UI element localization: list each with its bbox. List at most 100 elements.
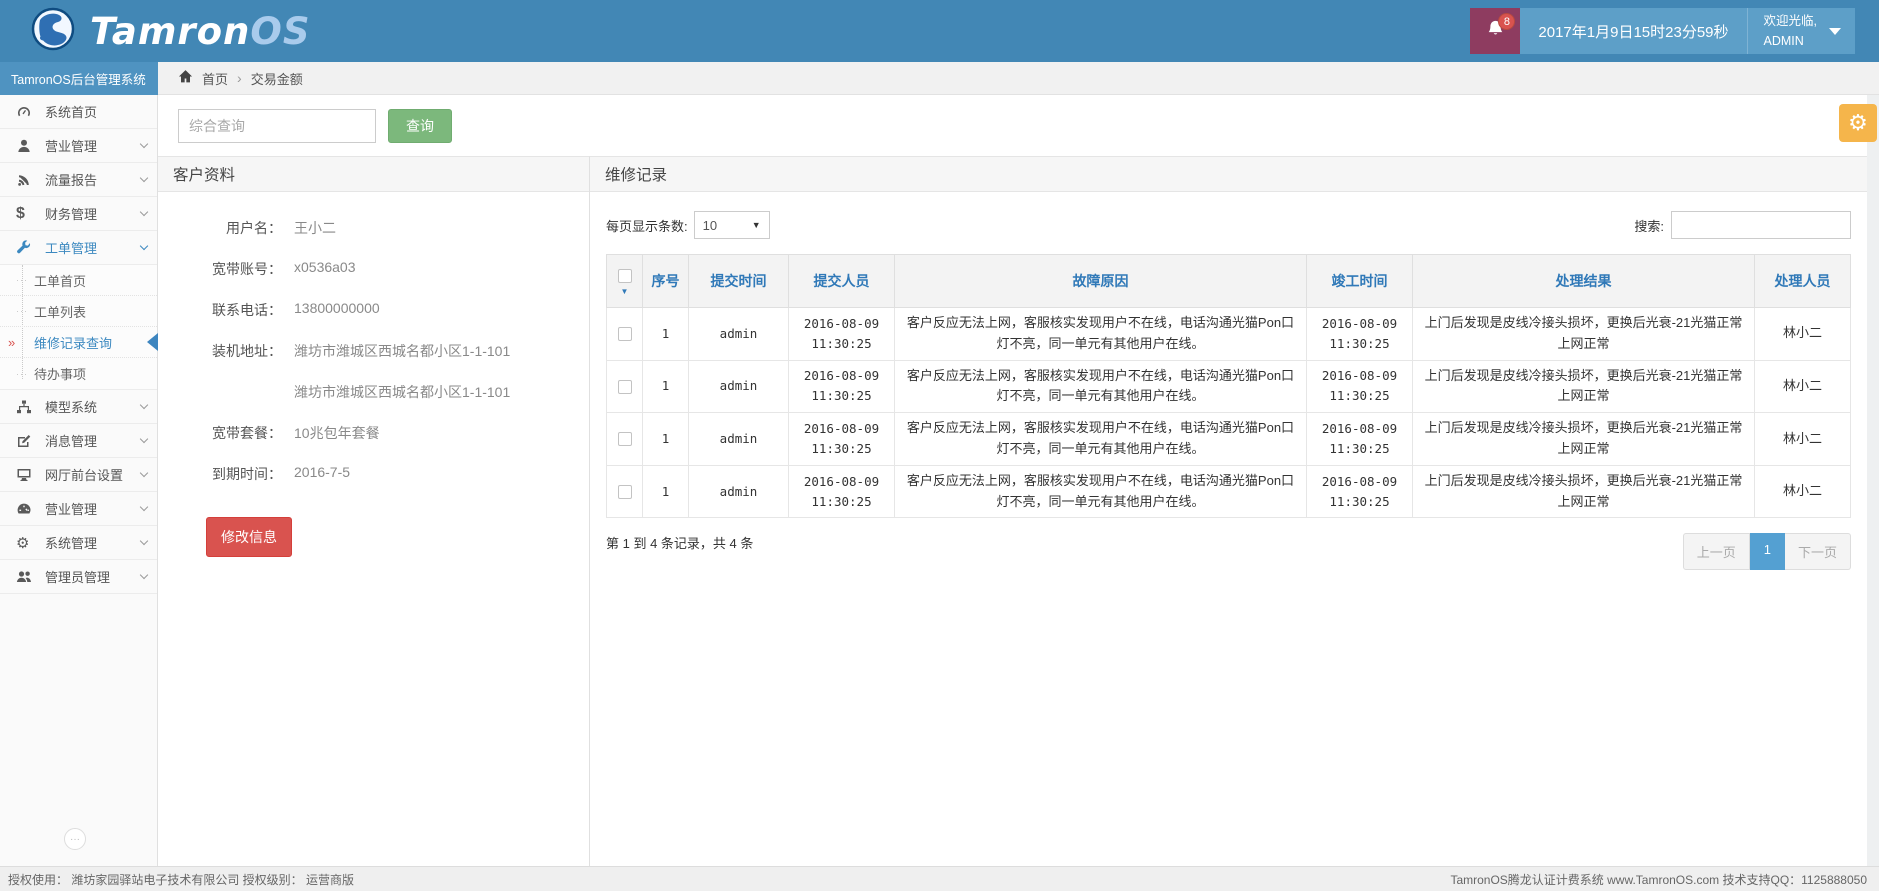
select-all-header[interactable]: ▼ — [607, 255, 643, 308]
table-row: 1 admin 2016-08-09 11:30:25 客户反应无法上网，客服核… — [607, 308, 1851, 361]
dotted-tick-icon: ··· — [16, 306, 34, 316]
table-search-input[interactable] — [1671, 211, 1851, 239]
sidebar-item-business-mgmt-2[interactable]: 营业管理 — [0, 492, 157, 526]
workorder-submenu: ··· 工单首页 ··· 工单列表 » 维修记录查询 ··· 待办事项 — [0, 265, 157, 390]
table-row: 1 admin 2016-08-09 11:30:25 客户反应无法上网，客服核… — [607, 360, 1851, 413]
customer-field-address: 装机地址： 潍坊市潍城区西城名都小区1-1-101 — [176, 341, 571, 361]
sidebar-item-model-system[interactable]: 模型系统 — [0, 390, 157, 424]
column-header-handler[interactable]: 处理人员 — [1755, 255, 1851, 308]
gauge-icon — [16, 104, 38, 120]
customer-field-account: 宽带账号： x0536a03 — [176, 259, 571, 279]
welcome-text: 欢迎光临, ADMIN — [1764, 11, 1817, 51]
records-panel-title: 维修记录 — [590, 157, 1867, 192]
user-menu[interactable]: 欢迎光临, ADMIN — [1747, 8, 1855, 54]
global-search-bar: 查询 — [158, 95, 1867, 156]
main-content: 查询 客户资料 用户名： 王小二 宽带账号： x0536a03 — [158, 95, 1867, 866]
sort-caret-icon: ▼ — [611, 287, 638, 296]
chevron-down-icon — [140, 435, 148, 443]
column-header-submit-time[interactable]: 提交时间 — [689, 255, 789, 308]
chevron-down-icon — [140, 174, 148, 182]
brand-logo: TamronOS — [0, 6, 311, 57]
breadcrumb: 首页 › 交易金额 — [158, 62, 1879, 95]
sidebar-nav: 系统首页 营业管理 流量报告 $ 财务管理 — [0, 95, 158, 866]
notifications-button[interactable]: 8 — [1470, 8, 1520, 54]
search-input[interactable] — [178, 109, 376, 143]
active-item-triangle — [147, 333, 158, 351]
rss-icon — [16, 172, 38, 188]
sidebar-subitem-workorder-home[interactable]: ··· 工单首页 — [0, 265, 157, 296]
select-all-checkbox[interactable] — [618, 269, 632, 283]
wrench-icon — [16, 240, 38, 256]
datetime-display: 2017年1月9日15时23分59秒 — [1520, 8, 1746, 54]
sitemap-icon — [16, 399, 38, 415]
edit-icon — [16, 433, 38, 449]
chevron-down-icon — [140, 208, 148, 216]
table-controls: 每页显示条数: 10 ▼ 搜索: — [606, 211, 1851, 239]
sidebar-subitem-workorder-list[interactable]: ··· 工单列表 — [0, 296, 157, 327]
home-icon — [178, 69, 193, 87]
sidebar-item-business-mgmt[interactable]: 营业管理 — [0, 129, 157, 163]
page-footer: 授权使用： 潍坊家园驿站电子技术有限公司 授权级别： 运营商版 TamronOS… — [0, 866, 1879, 891]
sub-header: TamronOS后台管理系统 首页 › 交易金额 — [0, 62, 1879, 95]
repair-records-panel: 维修记录 每页显示条数: 10 ▼ 搜索: — [590, 156, 1867, 866]
breadcrumb-current: 交易金额 — [251, 69, 303, 88]
row-checkbox[interactable] — [618, 432, 632, 446]
desktop-icon — [16, 467, 38, 483]
sidebar-item-admin-mgmt[interactable]: 管理员管理 — [0, 560, 157, 594]
table-search-label: 搜索: — [1634, 216, 1664, 235]
page-size-label: 每页显示条数: — [606, 216, 688, 235]
column-header-finish-time[interactable]: 竣工时间 — [1307, 255, 1413, 308]
page-size-select[interactable]: 10 ▼ — [694, 211, 770, 239]
table-footer: 第 1 到 4 条记录，共 4 条 上一页 1 下一页 — [606, 533, 1851, 570]
page-number-button[interactable]: 1 — [1750, 533, 1785, 570]
customer-panel-title: 客户资料 — [158, 157, 589, 192]
edit-info-button[interactable]: 修改信息 — [206, 517, 292, 557]
sidebar-item-system-mgmt[interactable]: ⚙ 系统管理 — [0, 526, 157, 560]
sidebar-subitem-repair-records[interactable]: » 维修记录查询 — [0, 327, 157, 358]
chevron-down-icon — [1829, 28, 1841, 35]
globe-logo-icon — [30, 6, 76, 57]
breadcrumb-home-link[interactable]: 首页 — [202, 69, 228, 88]
column-header-seq[interactable]: 序号 — [643, 255, 689, 308]
top-header: TamronOS 8 2017年1月9日15时23分59秒 欢迎光临, ADMI… — [0, 0, 1879, 62]
settings-fab-button[interactable]: ⚙ — [1839, 104, 1877, 142]
chevron-down-icon — [140, 503, 148, 511]
sidebar-item-portal-settings[interactable]: 网厅前台设置 — [0, 458, 157, 492]
sidebar-item-system-home[interactable]: 系统首页 — [0, 95, 157, 129]
dollar-icon: $ — [16, 205, 38, 223]
chevron-down-icon — [140, 242, 148, 250]
chevron-down-icon — [140, 140, 148, 148]
row-checkbox[interactable] — [618, 485, 632, 499]
customer-field-expiry: 到期时间： 2016-7-5 — [176, 464, 571, 484]
sidebar-item-workorder-mgmt[interactable]: 工单管理 — [0, 231, 157, 265]
row-checkbox[interactable] — [618, 380, 632, 394]
brand-name: TamronOS — [90, 10, 311, 53]
breadcrumb-separator: › — [237, 70, 242, 86]
sidebar-collapse-handle[interactable]: ··· — [64, 828, 86, 850]
chevron-down-icon — [140, 571, 148, 579]
dotted-tick-icon: ··· — [16, 369, 34, 379]
customer-field-plan: 宽带套餐： 10兆包年套餐 — [176, 423, 571, 443]
prev-page-button[interactable]: 上一页 — [1683, 533, 1750, 570]
table-row: 1 admin 2016-08-09 11:30:25 客户反应无法上网，客服核… — [607, 465, 1851, 518]
next-page-button[interactable]: 下一页 — [1785, 533, 1851, 570]
column-header-submit-person[interactable]: 提交人员 — [789, 255, 895, 308]
sidebar-subitem-todo[interactable]: ··· 待办事项 — [0, 358, 157, 389]
chevron-down-icon — [140, 469, 148, 477]
pagination: 上一页 1 下一页 — [1683, 533, 1851, 570]
gear-icon: ⚙ — [1848, 110, 1868, 136]
column-header-result[interactable]: 处理结果 — [1413, 255, 1755, 308]
sidebar-item-message-mgmt[interactable]: 消息管理 — [0, 424, 157, 458]
sidebar-item-finance-mgmt[interactable]: $ 财务管理 — [0, 197, 157, 231]
app-window: TamronOS 8 2017年1月9日15时23分59秒 欢迎光临, ADMI… — [0, 0, 1879, 891]
column-header-fault-reason[interactable]: 故障原因 — [895, 255, 1307, 308]
gears-icon: ⚙ — [16, 534, 38, 552]
chevron-down-icon — [140, 537, 148, 545]
row-checkbox[interactable] — [618, 327, 632, 341]
header-right-group: 8 2017年1月9日15时23分59秒 欢迎光临, ADMIN — [1470, 8, 1855, 54]
search-button[interactable]: 查询 — [388, 109, 452, 143]
vendor-text: TamronOS腾龙认证计费系统 www.TamronOS.com 技术支持QQ… — [1450, 871, 1867, 888]
sidebar-item-traffic-report[interactable]: 流量报告 — [0, 163, 157, 197]
table-header-row: ▼ 序号 提交时间 提交人员 故障原因 竣工时间 处理结果 处理人员 — [607, 255, 1851, 308]
repair-records-table: ▼ 序号 提交时间 提交人员 故障原因 竣工时间 处理结果 处理人员 — [606, 254, 1851, 518]
